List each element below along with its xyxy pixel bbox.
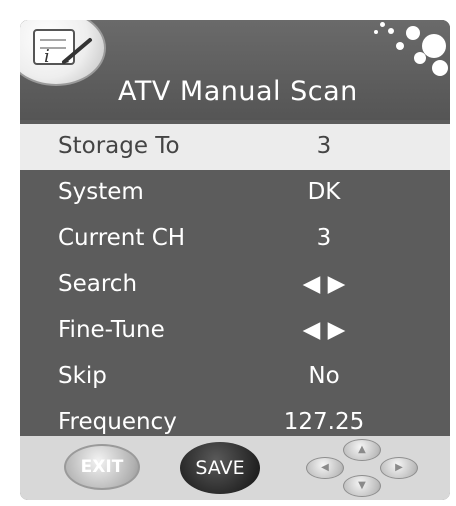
menu-row-skip[interactable]: Skip No <box>20 354 450 400</box>
menu-value: 3 <box>316 225 332 251</box>
bubble-dots-icon <box>372 20 450 90</box>
nav-down-icon[interactable]: ▼ <box>343 475 381 497</box>
page-title: ATV Manual Scan <box>118 76 358 107</box>
menu-row-system[interactable]: System DK <box>20 170 450 216</box>
menu-value: ◀ ▶ <box>302 271 346 297</box>
footer-bar: EXIT SAVE ▲ ◀ ▶ ▼ <box>20 436 450 500</box>
menu-label: Fine-Tune <box>58 317 165 343</box>
menu-row-storage-to[interactable]: Storage To 3 <box>20 124 450 170</box>
nav-up-icon[interactable]: ▲ <box>343 439 381 461</box>
menu-label: Storage To <box>58 133 180 159</box>
directional-pad-icon[interactable]: ▲ ◀ ▶ ▼ <box>302 436 422 500</box>
save-button[interactable]: SAVE <box>180 442 260 494</box>
menu-label: Current CH <box>58 225 186 251</box>
osd-panel: ATV Manual Scan i Storage To 3 System DK <box>20 20 450 500</box>
settings-menu: Storage To 3 System DK Current CH 3 Sear… <box>20 124 450 461</box>
menu-label: Search <box>58 271 138 297</box>
menu-value: 3 <box>316 133 332 159</box>
exit-button[interactable]: EXIT <box>64 444 140 490</box>
info-notepad-icon: i <box>20 20 106 86</box>
menu-label: Frequency <box>58 409 177 435</box>
menu-value: DK <box>307 179 341 205</box>
menu-row-fine-tune[interactable]: Fine-Tune ◀ ▶ <box>20 308 450 354</box>
menu-row-search[interactable]: Search ◀ ▶ <box>20 262 450 308</box>
menu-row-current-ch[interactable]: Current CH 3 <box>20 216 450 262</box>
nav-right-icon[interactable]: ▶ <box>380 457 418 479</box>
menu-value: No <box>308 363 340 389</box>
nav-left-icon[interactable]: ◀ <box>306 457 344 479</box>
svg-text:i: i <box>44 46 50 67</box>
menu-value: ◀ ▶ <box>302 317 346 343</box>
menu-label: System <box>58 179 144 205</box>
menu-label: Skip <box>58 363 107 389</box>
